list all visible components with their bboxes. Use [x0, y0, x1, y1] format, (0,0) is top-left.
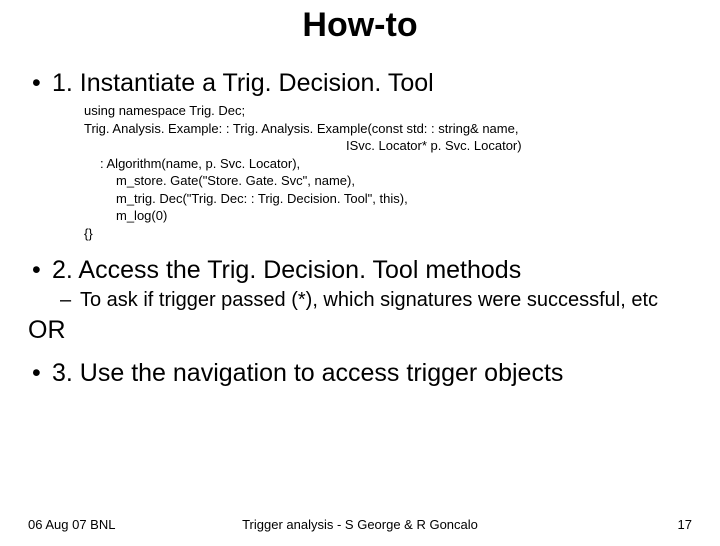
- footer: 06 Aug 07 BNL Trigger analysis - S Georg…: [0, 517, 720, 532]
- bullet-3: 3. Use the navigation to access trigger …: [28, 359, 692, 388]
- bullet-2: 2. Access the Trig. Decision. Tool metho…: [28, 256, 692, 285]
- footer-date: 06 Aug 07 BNL: [28, 517, 115, 532]
- slide-content: 1. Instantiate a Trig. Decision. Tool us…: [0, 45, 720, 388]
- code-line: : Algorithm(name, p. Svc. Locator),: [100, 155, 692, 173]
- code-line: m_trig. Dec("Trig. Dec: : Trig. Decision…: [116, 190, 692, 208]
- code-line: m_store. Gate("Store. Gate. Svc", name),: [116, 172, 692, 190]
- bullet-1: 1. Instantiate a Trig. Decision. Tool: [28, 69, 692, 98]
- code-line: m_log(0): [116, 207, 692, 225]
- code-line: {}: [84, 225, 692, 243]
- code-line: Trig. Analysis. Example: : Trig. Analysi…: [84, 120, 692, 138]
- slide-title: How-to: [0, 6, 720, 45]
- or-text: OR: [28, 316, 692, 345]
- code-block: using namespace Trig. Dec; Trig. Analysi…: [84, 102, 692, 242]
- page-number: 17: [678, 517, 692, 532]
- code-line: ISvc. Locator* p. Svc. Locator): [346, 137, 692, 155]
- code-line: using namespace Trig. Dec;: [84, 102, 692, 120]
- sub-bullet-2: To ask if trigger passed (*), which sign…: [60, 289, 692, 312]
- slide: How-to 1. Instantiate a Trig. Decision. …: [0, 6, 720, 546]
